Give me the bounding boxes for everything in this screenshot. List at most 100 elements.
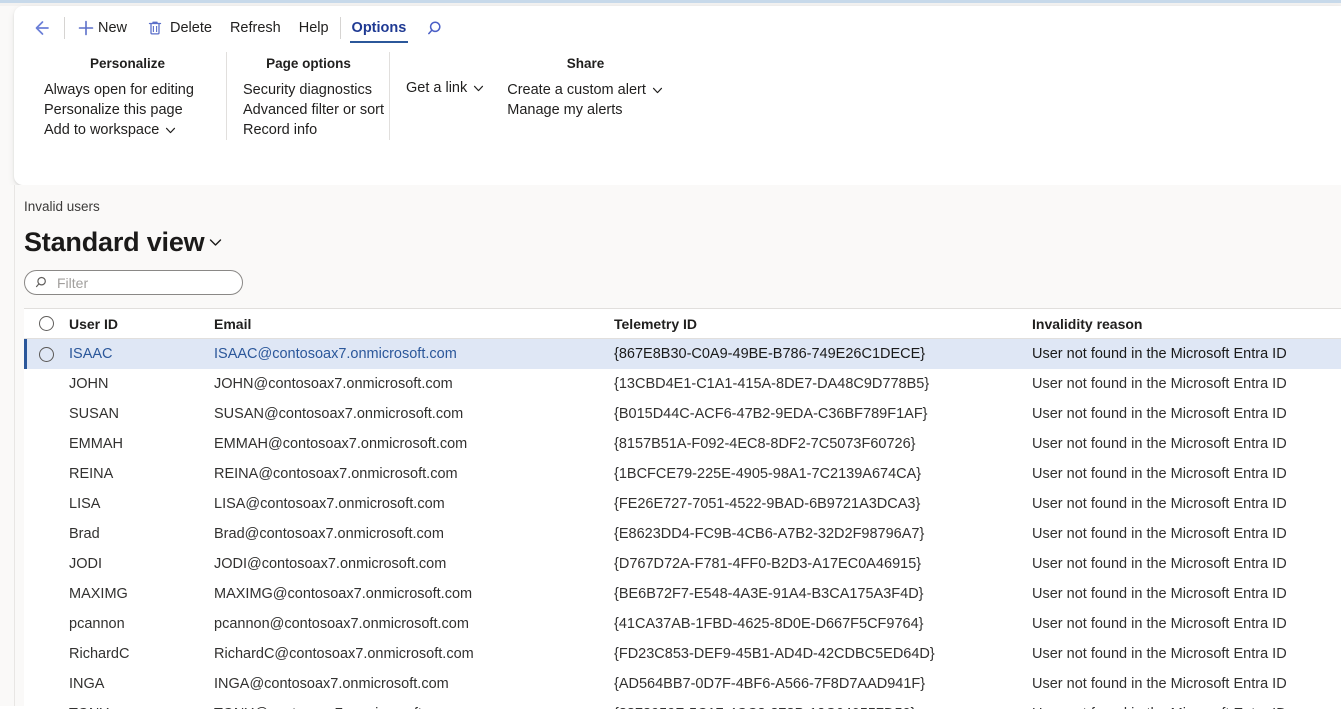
table-row[interactable]: JOHN JOHN@contosoax7.onmicrosoft.com {13CB… (24, 369, 1341, 399)
table-row[interactable]: LISA LISA@contosoax7.onmicrosoft.com {FE26… (24, 489, 1341, 519)
row-select-cell[interactable] (24, 346, 69, 362)
cell-telemetry-id: {867E8B30-C0A9-49BE-B786-749E26C1DECE} (614, 346, 926, 362)
create-a-custom-alert-link[interactable]: Create a custom alert (507, 80, 664, 100)
cell-user-id[interactable]: ISAAC (69, 346, 214, 362)
table-row[interactable]: INGA INGA@contosoax7.onmicrosoft.com {AD56… (24, 669, 1341, 699)
cell-user-id[interactable]: EMMAH (69, 436, 214, 452)
cell-user-id[interactable]: Brad (69, 526, 214, 542)
invalid-users-grid: User ID Email Telemetry ID Invalidity re… (24, 308, 1341, 709)
group-page-options: Page options Security diagnostics Advanc… (227, 50, 390, 150)
column-header-invalidity-reason[interactable]: Invalidity reason (1032, 316, 1341, 332)
cell-user-id[interactable]: SUSAN (69, 406, 214, 422)
record-info-link[interactable]: Record info (243, 120, 384, 140)
always-open-for-editing-link[interactable]: Always open for editing (44, 80, 194, 100)
page-left-rail (14, 185, 15, 706)
cell-email[interactable]: SUSAN@contosoax7.onmicrosoft.com (214, 406, 614, 422)
search-button[interactable] (415, 6, 458, 50)
table-row[interactable]: pcannon pcannon@contosoax7.onmicrosoft.co… (24, 609, 1341, 639)
breadcrumb[interactable]: Invalid users (24, 185, 1341, 215)
record-info-label: Record info (243, 122, 318, 138)
help-button-label: Help (298, 20, 329, 36)
cell-user-id[interactable]: LISA (69, 496, 214, 512)
cell-email[interactable]: MAXIMG@contosoax7.onmicrosoft.com (214, 586, 614, 602)
delete-button-label: Delete (170, 20, 212, 36)
cell-email[interactable]: REINA@contosoax7.onmicrosoft.com (214, 466, 614, 482)
cell-email[interactable]: Brad@contosoax7.onmicrosoft.com (214, 526, 614, 542)
table-row[interactable]: RichardC RichardC@contosoax7.onmicrosoft.… (24, 639, 1341, 669)
chevron-down-icon (472, 82, 485, 95)
group-personalize-body: Always open for editing Personalize this… (44, 80, 211, 140)
view-selector[interactable]: Standard view (24, 226, 1341, 258)
cell-telemetry-id: {FD23C853-DEF9-45B1-AD4D-42CDBC5ED64D} (614, 646, 935, 662)
get-a-link-button[interactable]: Get a link (406, 78, 485, 98)
new-button-label: New (98, 20, 128, 36)
select-all-radio[interactable] (39, 316, 54, 331)
back-button[interactable] (28, 6, 62, 50)
select-all-cell[interactable] (24, 316, 69, 331)
cell-user-id[interactable]: pcannon (69, 616, 214, 632)
cell-user-id[interactable]: INGA (69, 676, 214, 692)
help-button[interactable]: Help (290, 6, 338, 50)
cell-invalidity-reason: User not found in the Microsoft Entra ID (1032, 646, 1287, 662)
table-row[interactable]: EMMAH EMMAH@contosoax7.onmicrosoft.com {81… (24, 429, 1341, 459)
group-personalize: Personalize Always open for editing Pers… (28, 50, 227, 150)
cell-telemetry-id: {41CA37AB-1FBD-4625-8D0E-D667F5CF9764} (614, 616, 924, 632)
search-icon (35, 275, 50, 290)
cell-invalidity-reason: User not found in the Microsoft Entra ID (1032, 376, 1287, 392)
cell-telemetry-id: {1BCFCE79-225E-4905-98A1-7C2139A674CA} (614, 466, 922, 482)
cell-user-id[interactable]: REINA (69, 466, 214, 482)
cell-email[interactable]: ISAAC@contosoax7.onmicrosoft.com (214, 346, 614, 362)
cell-telemetry-id: {13CBD4E1-C1A1-415A-8DE7-DA48C9D778B5} (614, 376, 930, 392)
cell-email[interactable]: INGA@contosoax7.onmicrosoft.com (214, 676, 614, 692)
trash-icon (145, 18, 168, 38)
security-diagnostics-label: Security diagnostics (243, 82, 372, 98)
plus-icon (76, 18, 96, 38)
application-window: New Delete Refresh Help Options Personal… (0, 0, 1341, 709)
table-row[interactable]: ISAAC ISAAC@contosoax7.onmicrosoft.com {86… (24, 339, 1341, 369)
cell-telemetry-id: {8157B51A-F092-4EC8-8DF2-7C5073F60726} (614, 436, 916, 452)
cell-telemetry-id: {E8623DD4-FC9B-4CB6-A7B2-32D2F98796A7} (614, 526, 925, 542)
personalize-this-page-link[interactable]: Personalize this page (44, 100, 194, 120)
cell-email[interactable]: LISA@contosoax7.onmicrosoft.com (214, 496, 614, 512)
table-row[interactable]: JODI JODI@contosoax7.onmicrosoft.com {D767… (24, 549, 1341, 579)
add-to-workspace-link[interactable]: Add to workspace (44, 120, 194, 140)
cell-user-id[interactable]: RichardC (69, 646, 214, 662)
cell-invalidity-reason: User not found in the Microsoft Entra ID (1032, 346, 1287, 362)
cell-email[interactable]: pcannon@contosoax7.onmicrosoft.com (214, 616, 614, 632)
refresh-button[interactable]: Refresh (221, 6, 290, 50)
advanced-filter-or-sort-link[interactable]: Advanced filter or sort (243, 100, 384, 120)
cell-invalidity-reason: User not found in the Microsoft Entra ID (1032, 616, 1287, 632)
page-content: Invalid users Standard view Filter User … (0, 185, 1341, 709)
column-header-telemetry-id[interactable]: Telemetry ID (614, 316, 1032, 332)
cell-email[interactable]: RichardC@contosoax7.onmicrosoft.com (214, 646, 614, 662)
table-row[interactable]: TONYTONY@contosoax7.onmicrosoft.com{8873… (24, 699, 1341, 709)
chevron-down-icon (207, 234, 224, 256)
cell-user-id[interactable]: JOHN (69, 376, 214, 392)
row-select-radio[interactable] (39, 346, 54, 362)
manage-my-alerts-link[interactable]: Manage my alerts (507, 100, 664, 120)
grid-header-row: User ID Email Telemetry ID Invalidity re… (24, 309, 1341, 339)
filter-box[interactable] (24, 270, 243, 295)
refresh-button-label: Refresh (229, 20, 281, 36)
table-row[interactable]: Brad Brad@contosoax7.onmicrosoft.com {E862… (24, 519, 1341, 549)
group-page-options-title: Page options (266, 56, 351, 71)
options-flyout-panel: New Delete Refresh Help Options Personal… (14, 6, 1341, 185)
cell-email[interactable]: JODI@contosoax7.onmicrosoft.com (214, 556, 614, 572)
filter-input[interactable] (57, 274, 232, 291)
table-row[interactable]: MAXIMG MAXIMG@contosoax7.onmicrosoft.com{… (24, 579, 1341, 609)
cell-user-id[interactable]: MAXIMG (69, 586, 214, 602)
cell-telemetry-id: {D767D72A-F781-4FF0-B2D3-A17EC0A46915} (614, 556, 922, 572)
new-button[interactable]: New (67, 6, 136, 50)
cell-email[interactable]: EMMAH@contosoax7.onmicrosoft.com (214, 436, 614, 452)
security-diagnostics-link[interactable]: Security diagnostics (243, 80, 384, 100)
column-header-email[interactable]: Email (214, 316, 614, 332)
column-header-user-id[interactable]: User ID (69, 316, 214, 332)
cell-user-id[interactable]: JODI (69, 556, 214, 572)
tab-options[interactable]: Options (343, 6, 416, 50)
delete-button[interactable]: Delete (136, 6, 221, 50)
table-row[interactable]: SUSAN SUSAN@contosoax7.onmicrosoft.com {B0… (24, 399, 1341, 429)
cell-email[interactable]: JOHN@contosoax7.onmicrosoft.com (214, 376, 614, 392)
always-open-for-editing-label: Always open for editing (44, 82, 194, 98)
table-row[interactable]: REINA REINA@contosoax7.onmicrosoft.com {1B… (24, 459, 1341, 489)
get-a-link-label: Get a link (406, 80, 468, 96)
